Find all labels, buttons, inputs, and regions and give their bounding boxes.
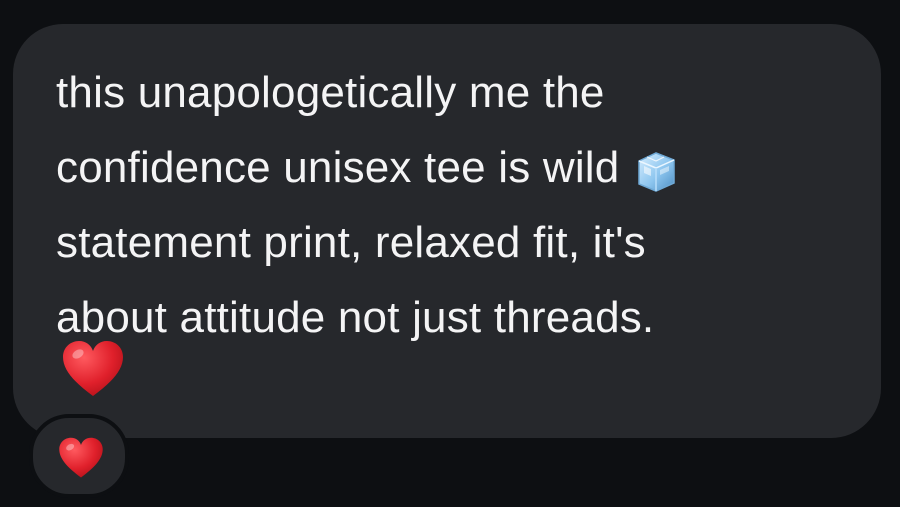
message-text: this unapologetically me the confidence … <box>56 55 856 355</box>
message-line-text: confidence unisex tee is wild <box>56 143 620 192</box>
ice-cube-icon <box>633 143 679 193</box>
message-line: statement print, relaxed fit, it's <box>56 218 646 267</box>
red-heart-icon <box>62 340 124 398</box>
message-line: confidence unisex tee is wild <box>56 130 856 205</box>
reaction-badge[interactable] <box>29 414 129 498</box>
red-heart-icon <box>58 437 104 479</box>
message-line: this unapologetically me the <box>56 68 605 117</box>
message-line: about attitude not just threads. <box>56 293 655 342</box>
chat-screen: this unapologetically me the confidence … <box>0 0 900 507</box>
